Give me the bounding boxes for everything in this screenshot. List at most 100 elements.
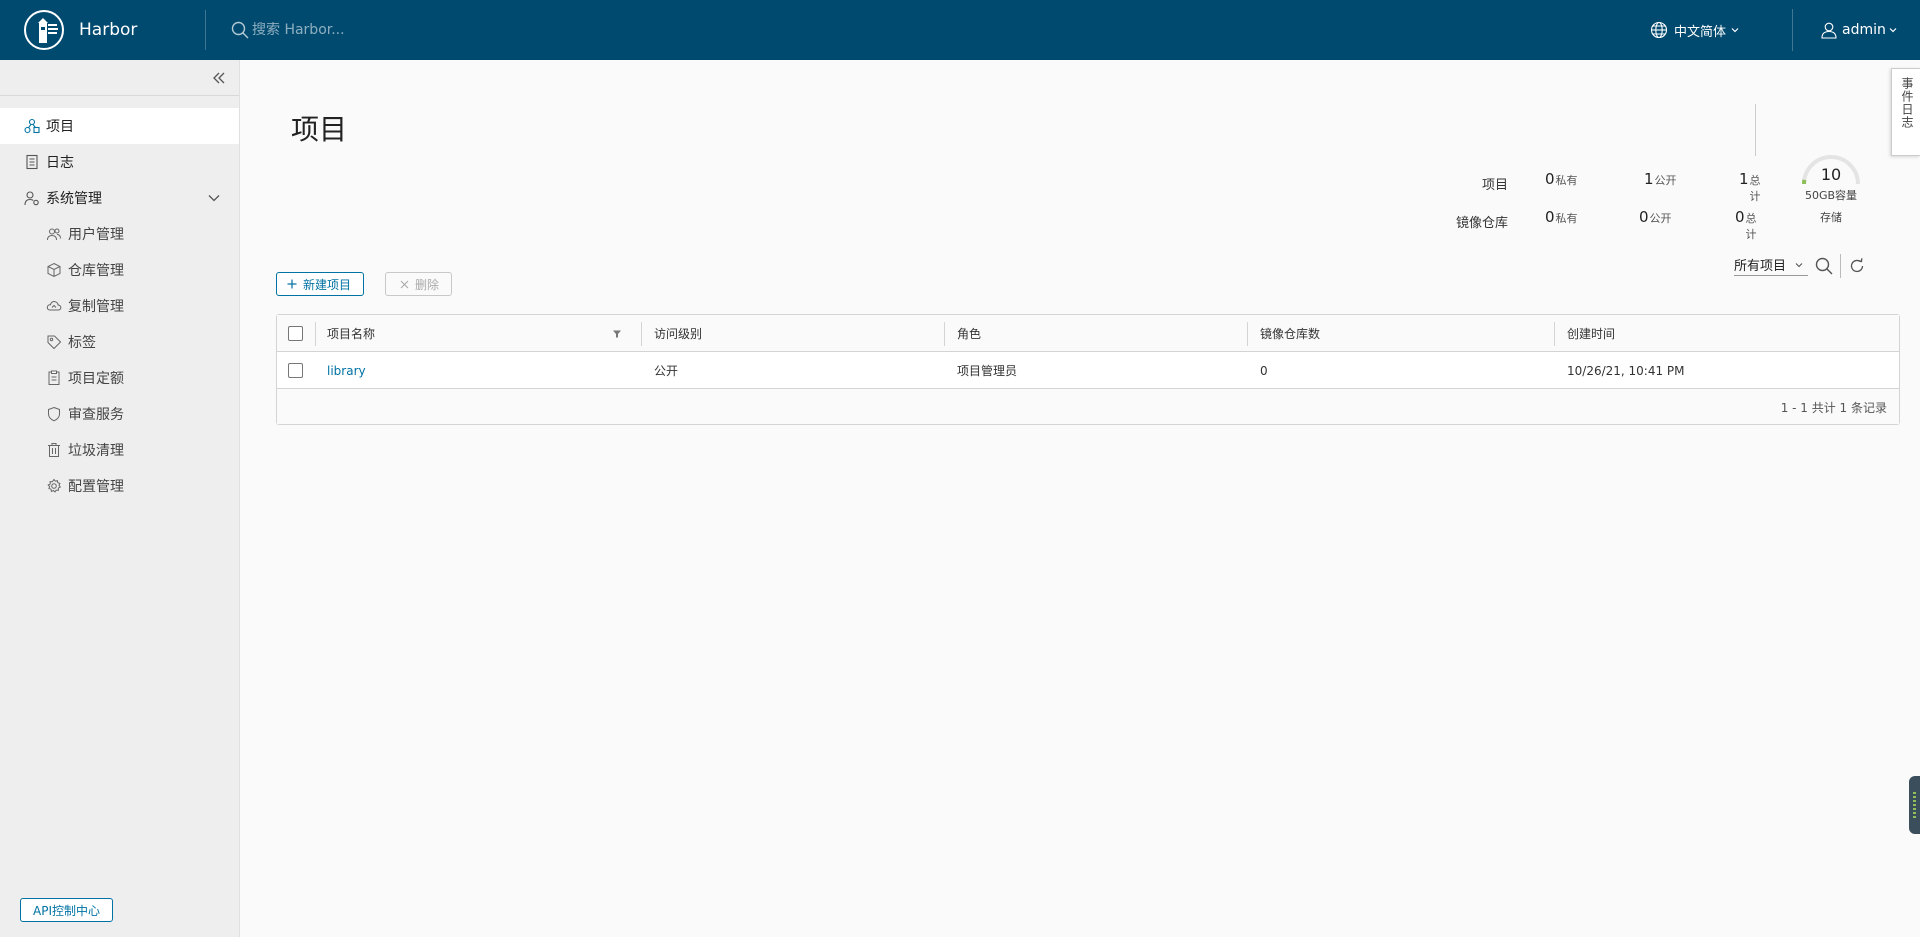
user-icon bbox=[1821, 22, 1837, 39]
toolbar-divider bbox=[1840, 254, 1841, 278]
sidebar-item-config[interactable]: 配置管理 bbox=[0, 468, 239, 504]
sidebar-item-interrogation[interactable]: 审查服务 bbox=[0, 396, 239, 432]
language-selector[interactable]: 中文简体 bbox=[1650, 0, 1746, 60]
select-all-checkbox[interactable] bbox=[288, 326, 303, 341]
pagination-summary: 1 - 1 共计 1 条记录 bbox=[1780, 401, 1887, 415]
top-header: Harbor 中文简体 admin bbox=[0, 0, 1920, 60]
table-row: library 公开 项目管理员 0 10/26/21, 10:41 PM bbox=[277, 352, 1899, 389]
role-cell: 项目管理员 bbox=[957, 364, 1018, 378]
projects-table: 项目名称 访问级别 角色 镜像仓库数 创建时间 library 公开 项目管理员… bbox=[276, 314, 1900, 425]
chevron-down-icon bbox=[1889, 28, 1897, 33]
user-menu[interactable]: admin bbox=[1820, 0, 1902, 60]
column-header-name[interactable]: 项目名称 bbox=[327, 315, 375, 352]
created-time-cell: 10/26/21, 10:41 PM bbox=[1567, 363, 1685, 378]
sidebar-item-registries[interactable]: 仓库管理 bbox=[0, 252, 239, 288]
quota-icon bbox=[48, 370, 60, 385]
sidebar-item-label: 项目 bbox=[46, 119, 74, 135]
row-checkbox[interactable] bbox=[288, 363, 303, 378]
summary-private: 0 私有 bbox=[1545, 170, 1578, 188]
delete-label: 删除 bbox=[415, 277, 440, 292]
admin-icon bbox=[24, 191, 39, 206]
sidebar-item-logs[interactable]: 日志 bbox=[0, 144, 239, 180]
harbor-logo-icon bbox=[24, 10, 64, 50]
refresh-icon[interactable] bbox=[1847, 256, 1867, 276]
summary-divider bbox=[1755, 104, 1756, 156]
repo-count-cell: 0 bbox=[1260, 363, 1268, 378]
api-explorer-button[interactable]: API控制中心 bbox=[20, 898, 113, 922]
storage-capacity: 50GB容量 bbox=[1804, 189, 1858, 202]
summary-total: 1 总计 bbox=[1739, 170, 1761, 203]
search-icon[interactable] bbox=[1814, 256, 1834, 276]
sidebar-item-quotas[interactable]: 项目定额 bbox=[0, 360, 239, 396]
new-project-label: 新建项目 bbox=[303, 277, 352, 292]
search-input[interactable] bbox=[252, 22, 552, 38]
column-header-role[interactable]: 角色 bbox=[957, 315, 981, 352]
delete-button[interactable]: 删除 bbox=[385, 272, 453, 296]
project-filter-value: 所有项目 bbox=[1734, 259, 1787, 274]
table-header: 项目名称 访问级别 角色 镜像仓库数 创建时间 bbox=[277, 315, 1899, 352]
project-name-link[interactable]: library bbox=[327, 364, 366, 378]
sidebar-item-label: 项目定额 bbox=[68, 371, 124, 387]
summary-row-projects: 项目 0 私有 1 公开 1 总计 bbox=[1380, 170, 1761, 203]
summary-total: 0 总计 bbox=[1735, 208, 1757, 241]
project-name-cell: library bbox=[327, 352, 366, 389]
column-separator bbox=[1247, 322, 1248, 346]
gear-icon bbox=[47, 478, 62, 493]
sidebar-nav: 项目 日志 系统管理 用户管理 仓库管理 复制管理 标签 项目定额 审查服务 垃… bbox=[0, 108, 239, 504]
sidebar-item-label: 标签 bbox=[68, 335, 96, 351]
user-name: admin bbox=[1842, 22, 1886, 38]
summary-public: 0 公开 bbox=[1639, 208, 1672, 226]
tag-icon bbox=[47, 335, 62, 350]
logs-icon bbox=[26, 154, 38, 170]
access-level-cell: 公开 bbox=[654, 364, 679, 378]
sidebar-item-label: 用户管理 bbox=[68, 227, 124, 243]
summary-label: 镜像仓库 bbox=[1455, 216, 1508, 231]
replication-icon bbox=[46, 301, 62, 311]
summary-private: 0 私有 bbox=[1545, 208, 1578, 226]
column-header-repo-count[interactable]: 镜像仓库数 bbox=[1260, 315, 1320, 352]
summary-public: 1 公开 bbox=[1644, 170, 1677, 188]
sidebar-item-admin[interactable]: 系统管理 bbox=[0, 180, 239, 216]
summary-row-repositories: 镜像仓库 0 私有 0 公开 0 总计 bbox=[1380, 208, 1757, 241]
sidebar-item-label: 审查服务 bbox=[68, 407, 124, 423]
project-filter-select[interactable]: 所有项目 bbox=[1734, 254, 1809, 276]
column-header-created[interactable]: 创建时间 bbox=[1567, 315, 1615, 352]
sidebar-item-users[interactable]: 用户管理 bbox=[0, 216, 239, 252]
event-log-tab[interactable]: 事件日志 bbox=[1891, 68, 1920, 156]
brand[interactable]: Harbor bbox=[0, 0, 205, 60]
header-divider bbox=[205, 10, 206, 50]
column-header-access[interactable]: 访问级别 bbox=[654, 315, 702, 352]
storage-gauge: 10 50GB容量 存储 bbox=[1778, 152, 1898, 242]
table-footer: 1 - 1 共计 1 条记录 bbox=[277, 389, 1899, 424]
trash-icon bbox=[48, 443, 60, 457]
sidebar-item-label: 复制管理 bbox=[68, 299, 124, 315]
sidebar-item-gc[interactable]: 垃圾清理 bbox=[0, 432, 239, 468]
shield-icon bbox=[48, 406, 60, 422]
page-title: 项目 bbox=[291, 113, 348, 146]
brand-name: Harbor bbox=[79, 20, 138, 40]
column-separator bbox=[315, 322, 316, 346]
filter-icon[interactable] bbox=[612, 329, 622, 339]
sidebar-item-labels[interactable]: 标签 bbox=[0, 324, 239, 360]
collapse-sidebar-button[interactable] bbox=[209, 68, 229, 88]
grip-icon bbox=[1913, 792, 1916, 818]
sidebar-item-label: 配置管理 bbox=[68, 479, 124, 495]
main-content: 项目 项目 0 私有 1 公开 1 总计 镜像仓库 0 私有 0 公开 0 总计 bbox=[240, 60, 1920, 937]
row-select-cell bbox=[288, 352, 303, 389]
sidebar-item-label: 垃圾清理 bbox=[68, 443, 124, 459]
new-project-button[interactable]: 新建项目 bbox=[276, 272, 365, 296]
globe-icon bbox=[1650, 21, 1668, 39]
summary-label: 项目 bbox=[1481, 178, 1508, 193]
sidebar-item-projects[interactable]: 项目 bbox=[0, 108, 239, 144]
close-icon bbox=[400, 280, 409, 288]
chevron-down-icon bbox=[1731, 28, 1739, 33]
chevron-down-icon bbox=[208, 195, 220, 202]
sidebar-item-label: 系统管理 bbox=[46, 191, 102, 207]
chevron-down-icon bbox=[1795, 262, 1803, 267]
side-drawer-handle[interactable] bbox=[1909, 776, 1920, 834]
sidebar: 项目 日志 系统管理 用户管理 仓库管理 复制管理 标签 项目定额 审查服务 垃… bbox=[0, 60, 240, 937]
header-divider bbox=[1792, 9, 1793, 51]
search-icon bbox=[231, 21, 249, 39]
sidebar-item-replication[interactable]: 复制管理 bbox=[0, 288, 239, 324]
sidebar-item-label: 仓库管理 bbox=[68, 263, 124, 279]
